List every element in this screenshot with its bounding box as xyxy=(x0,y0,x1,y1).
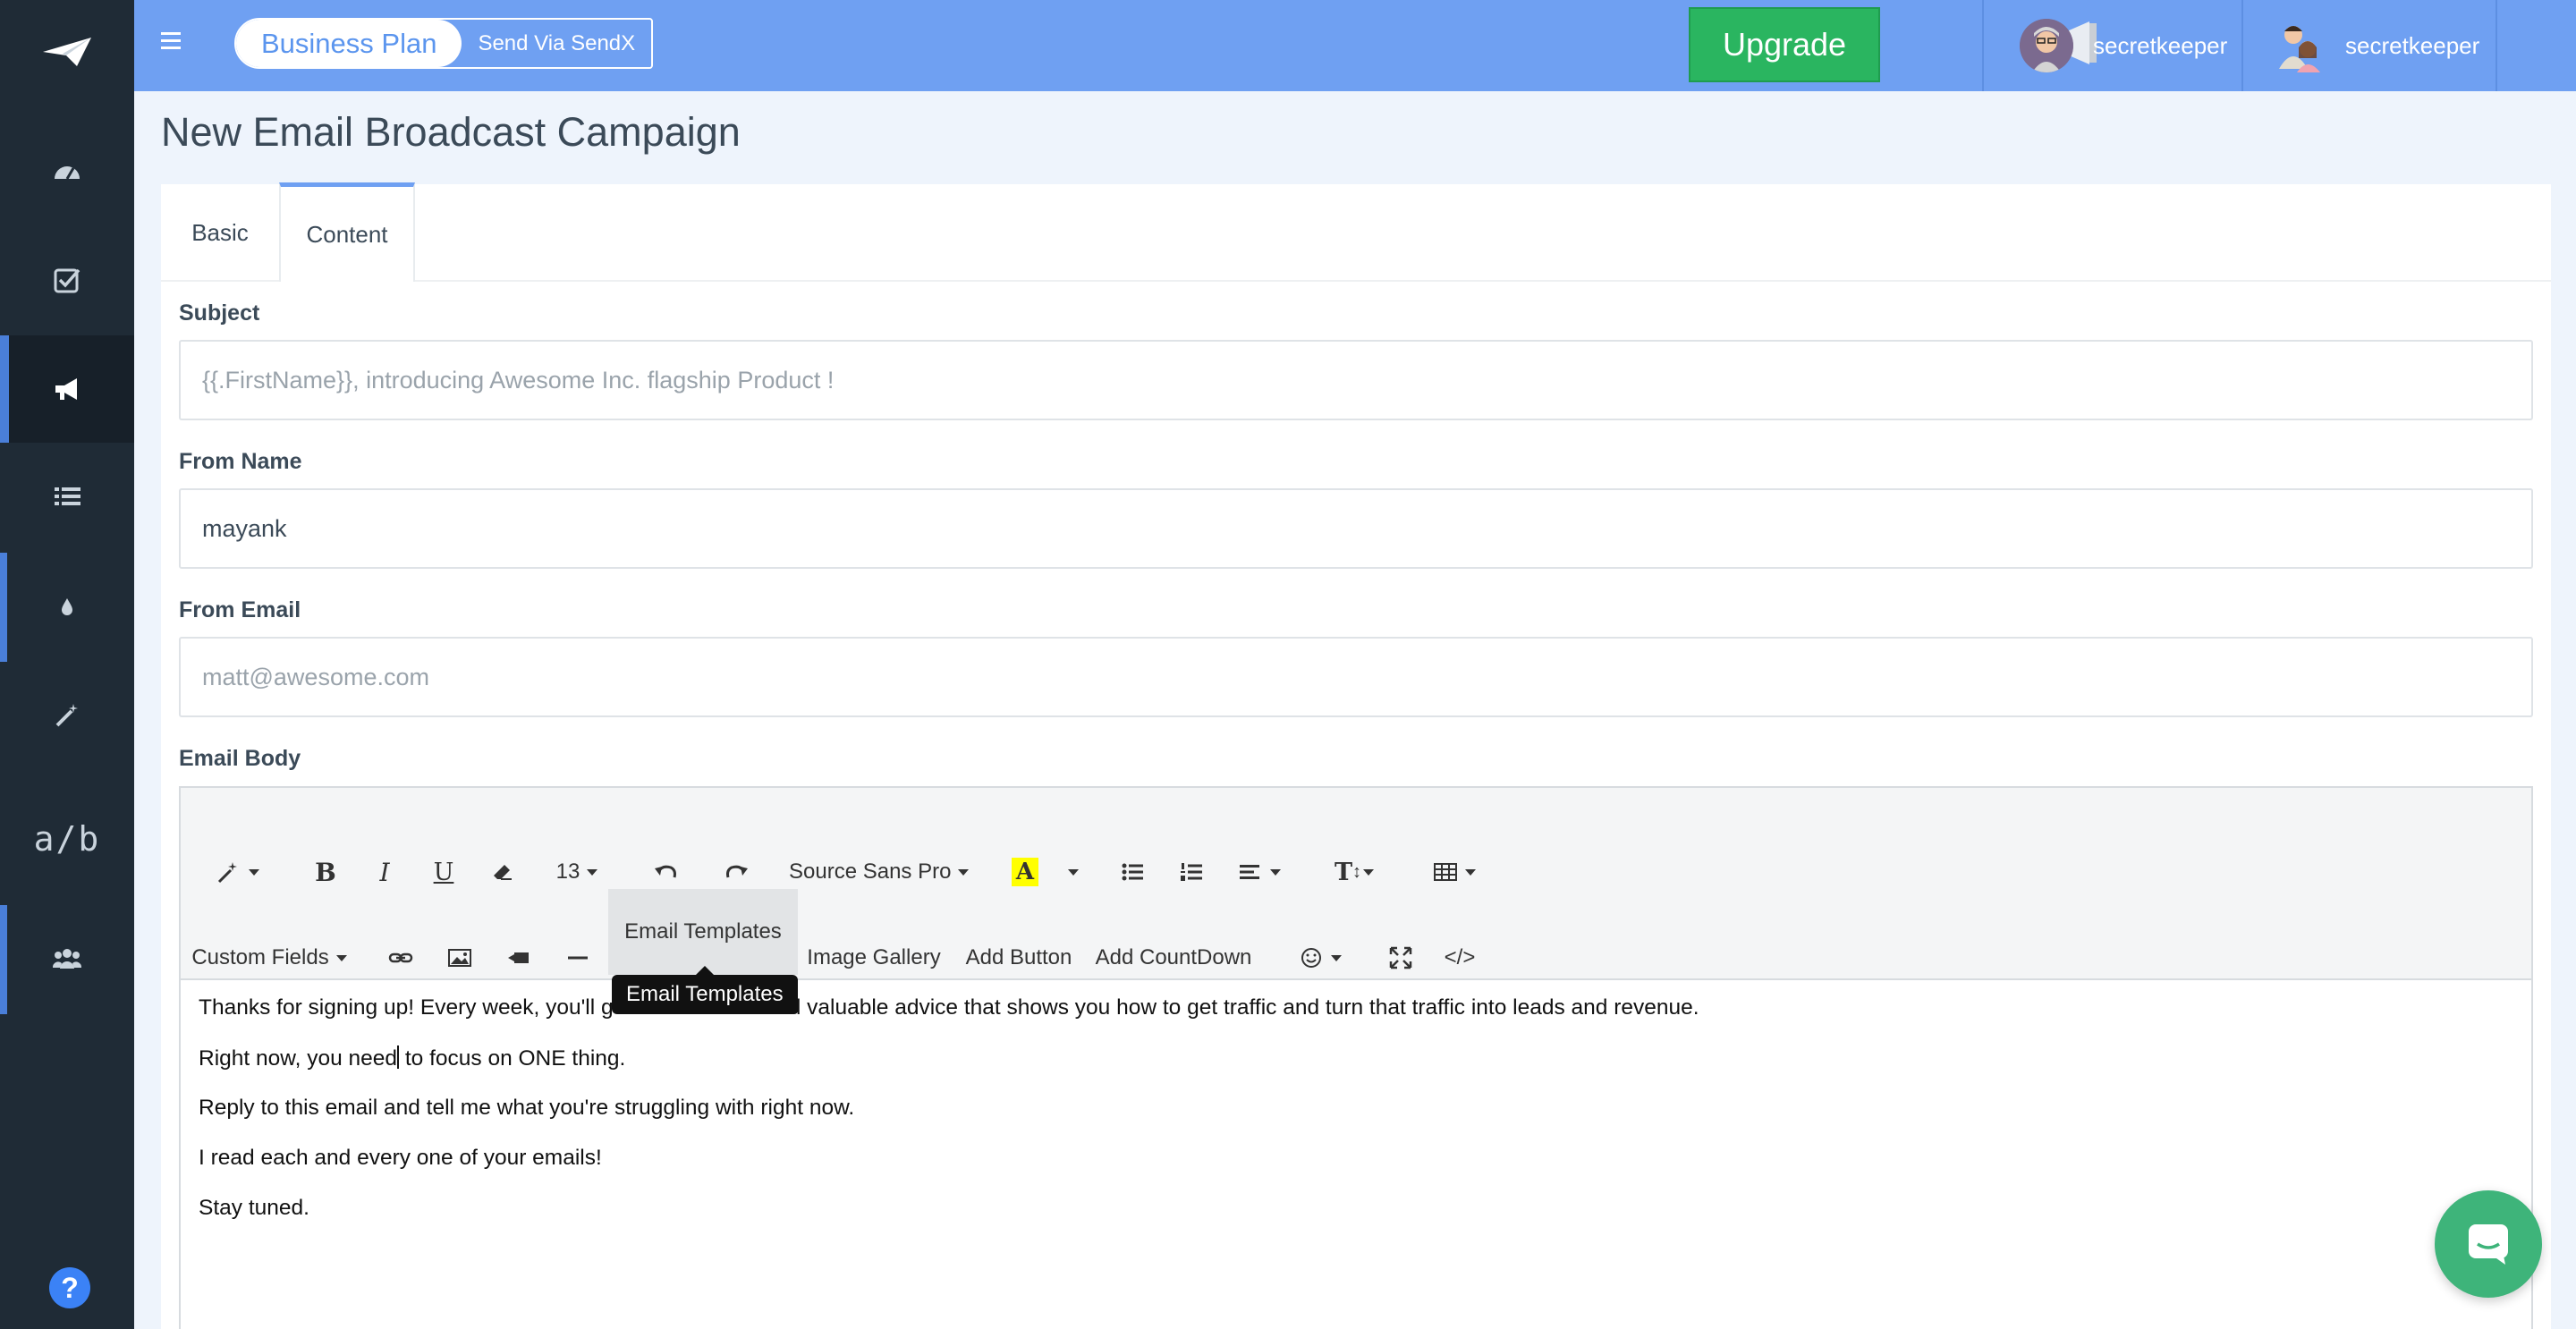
menu-toggle-icon[interactable] xyxy=(161,32,181,52)
underline-icon[interactable]: U xyxy=(424,852,463,892)
divider xyxy=(1982,0,1984,91)
paragraph-text-before-cursor: Right now, you need xyxy=(199,1046,398,1071)
ab-test-item[interactable]: a/b xyxy=(0,785,134,893)
username-2: secretkeeper xyxy=(2345,31,2480,59)
body-paragraph: Right now, you need to focus on ONE thin… xyxy=(199,1045,625,1071)
tab-content[interactable]: Content xyxy=(279,182,415,282)
user-menu-2[interactable]: secretkeeper xyxy=(2272,16,2479,75)
add-countdown-label: Add CountDown xyxy=(1095,945,1252,969)
avatar xyxy=(2020,19,2073,72)
email-body-editor: B I U 13 Source Sans Pro A T ↕ Custom Fi… xyxy=(179,786,2533,1329)
undo-icon[interactable] xyxy=(646,852,685,892)
top-bar: Business Plan Send Via SendX Upgrade sec… xyxy=(134,0,2576,91)
font-family-value: Source Sans Pro xyxy=(789,859,952,884)
highlight-color-dropdown[interactable] xyxy=(1059,852,1088,892)
font-size-dropdown[interactable]: 13 xyxy=(547,852,606,892)
subject-label: Subject xyxy=(179,301,260,326)
add-countdown-button[interactable]: Add CountDown xyxy=(1093,938,1254,978)
help-icon[interactable]: ? xyxy=(49,1267,90,1308)
from-name-label: From Name xyxy=(179,449,302,474)
dashboard-icon[interactable] xyxy=(0,119,134,226)
text-style-dropdown[interactable]: T ↕ xyxy=(1326,852,1383,892)
checklist-icon[interactable] xyxy=(0,226,134,334)
email-body-content[interactable]: Thanks for signing up! Every week, you'l… xyxy=(181,980,2531,1329)
body-paragraph: Stay tuned. xyxy=(199,1196,309,1220)
font-size-value: 13 xyxy=(555,859,580,884)
divider xyxy=(2241,0,2243,91)
font-family-dropdown[interactable]: Source Sans Pro xyxy=(789,852,970,892)
team-icon[interactable] xyxy=(0,905,134,1012)
emoji-dropdown[interactable] xyxy=(1293,938,1347,978)
eraser-icon[interactable] xyxy=(483,852,522,892)
send-via-sendx-button[interactable]: Send Via SendX xyxy=(462,20,651,67)
body-paragraph: Thanks for signing up! Every week, you'l… xyxy=(199,995,1699,1020)
plan-switcher: Business Plan Send Via SendX xyxy=(234,18,654,69)
ab-test-label: a/b xyxy=(33,819,101,859)
email-templates-label: Email Templates xyxy=(624,919,782,944)
code-view-label: </> xyxy=(1444,945,1476,969)
highlight-color-icon[interactable]: A xyxy=(1005,852,1045,892)
paragraph-text-after-cursor: to focus on ONE thing. xyxy=(399,1046,626,1071)
tab-basic[interactable]: Basic xyxy=(161,184,279,282)
from-email-input[interactable]: matt@awesome.com xyxy=(179,637,2533,717)
upgrade-button[interactable]: Upgrade xyxy=(1689,7,1880,82)
code-view-icon[interactable]: </> xyxy=(1440,938,1479,978)
image-gallery-button[interactable]: Image Gallery xyxy=(807,938,941,978)
bullet-list-icon[interactable] xyxy=(1113,852,1152,892)
body-paragraph: Reply to this email and tell me what you… xyxy=(199,1096,855,1120)
tab-bar: Basic Content xyxy=(161,182,2551,282)
subject-input[interactable]: {{.FirstName}}, introducing Awesome Inc.… xyxy=(179,340,2533,420)
link-icon[interactable] xyxy=(381,938,420,978)
body-paragraph: I read each and every one of your emails… xyxy=(199,1146,602,1170)
logo-icon[interactable] xyxy=(0,0,134,103)
business-plan-button[interactable]: Business Plan xyxy=(236,20,462,67)
italic-icon[interactable]: I xyxy=(365,852,404,892)
avatar xyxy=(2272,19,2326,72)
add-button-label: Add Button xyxy=(965,945,1072,969)
user-menu-1[interactable]: secretkeeper xyxy=(2020,16,2227,75)
username-1: secretkeeper xyxy=(2093,31,2228,59)
image-gallery-label: Image Gallery xyxy=(807,945,941,969)
redo-icon[interactable] xyxy=(717,852,757,892)
drip-icon[interactable] xyxy=(0,553,134,660)
align-dropdown[interactable] xyxy=(1233,852,1286,892)
campaign-megaphone-icon[interactable] xyxy=(0,335,134,443)
custom-fields-dropdown[interactable]: Custom Fields xyxy=(191,938,347,978)
fullscreen-icon[interactable] xyxy=(1381,938,1420,978)
add-button-button[interactable]: Add Button xyxy=(961,938,1077,978)
editor-toolbar: B I U 13 Source Sans Pro A T ↕ Custom Fi… xyxy=(181,788,2531,980)
magic-wand-icon[interactable] xyxy=(0,662,134,769)
numbered-list-icon[interactable] xyxy=(1172,852,1211,892)
bold-icon[interactable]: B xyxy=(306,852,345,892)
sidebar: a/b ? xyxy=(0,0,134,1329)
custom-fields-label: Custom Fields xyxy=(191,945,329,969)
email-body-label: Email Body xyxy=(179,746,301,771)
page-title: New Email Broadcast Campaign xyxy=(161,109,741,155)
from-email-label: From Email xyxy=(179,597,301,622)
lists-icon[interactable] xyxy=(0,443,134,550)
email-templates-button[interactable]: Email Templates xyxy=(608,889,798,975)
image-icon[interactable] xyxy=(440,938,479,978)
magic-style-icon[interactable] xyxy=(213,852,263,892)
chat-support-icon[interactable] xyxy=(2435,1190,2542,1298)
email-templates-tooltip: Email Templates xyxy=(612,966,798,1014)
from-name-input[interactable]: mayank xyxy=(179,488,2533,569)
table-dropdown[interactable] xyxy=(1428,852,1481,892)
video-icon[interactable] xyxy=(499,938,538,978)
divider xyxy=(2496,0,2497,91)
horizontal-rule-icon[interactable] xyxy=(558,938,597,978)
